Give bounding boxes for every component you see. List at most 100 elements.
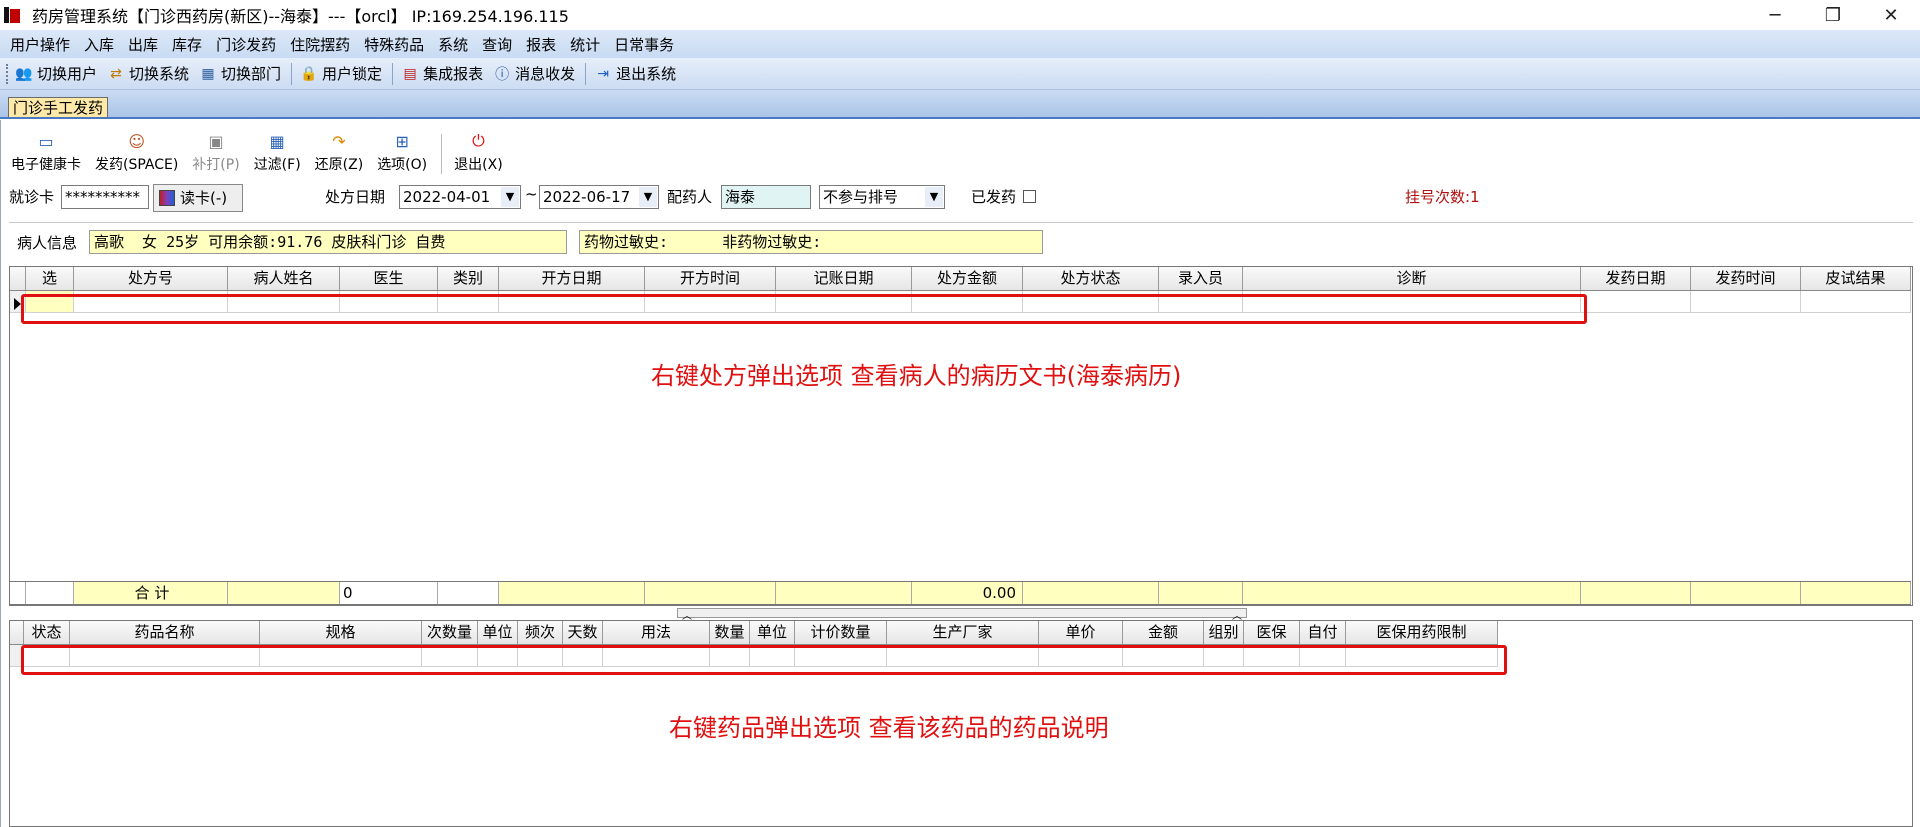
options-button[interactable]: ⊞ 选项(O) — [377, 130, 427, 174]
patient-panel: 病人信息 高歌 女 25岁 可用余额:91.76 皮肤科门诊 自费 药物过敏史:… — [9, 222, 1913, 262]
col-dose-qty[interactable]: 次数量 — [422, 621, 478, 644]
undo-button[interactable]: ↷ 还原(Z) — [315, 130, 364, 174]
col-dispense-time[interactable]: 发药时间 — [1691, 267, 1801, 290]
col-quantity[interactable]: 数量 — [710, 621, 750, 644]
menu-daily-affairs[interactable]: 日常事务 — [612, 34, 686, 55]
card-reader-icon — [159, 190, 175, 206]
col-diagnosis[interactable]: 诊断 — [1243, 267, 1581, 290]
chevron-down-icon[interactable]: ▼ — [639, 187, 657, 207]
prescription-annotation: 右键处方弹出选项 查看病人的病历文书(海泰病历) — [651, 362, 1182, 390]
col-unit-2[interactable]: 单位 — [750, 621, 795, 644]
pharmacist-label: 配药人 — [667, 188, 713, 206]
tab-manual-dispense[interactable]: 门诊手工发药 — [8, 97, 109, 118]
menu-query[interactable]: 查询 — [480, 34, 524, 55]
col-unit-price[interactable]: 单价 — [1039, 621, 1123, 644]
menu-system[interactable]: 系统 — [436, 34, 480, 55]
date-from-picker[interactable]: 2022-04-01 ▼ — [399, 185, 521, 209]
cell[interactable] — [1581, 291, 1691, 313]
drug-annotation: 右键药品弹出选项 查看该药品的药品说明 — [669, 714, 1109, 742]
col-prescription-no[interactable]: 处方号 — [74, 267, 228, 290]
row-header-corner — [10, 267, 26, 290]
menu-reports[interactable]: 报表 — [524, 34, 568, 55]
switch-system-button[interactable]: ⇄ 切换系统 — [107, 63, 189, 84]
col-doctor[interactable]: 医生 — [340, 267, 438, 290]
close-button[interactable]: ✕ — [1862, 0, 1920, 30]
dispense-icon: ☺ — [128, 131, 145, 151]
col-insurance-limit[interactable]: 医保用药限制 — [1346, 621, 1498, 644]
date-to-picker[interactable]: 2022-06-17 ▼ — [539, 185, 659, 209]
cell[interactable] — [1801, 291, 1911, 313]
col-status[interactable]: 状态 — [24, 621, 70, 644]
toolbar-grip[interactable] — [6, 63, 9, 84]
integrated-report-button[interactable]: ▤ 集成报表 — [401, 63, 483, 84]
menu-outpatient-dispense[interactable]: 门诊发药 — [214, 34, 288, 55]
undo-icon: ↷ — [332, 131, 346, 151]
menu-user-ops[interactable]: 用户操作 — [8, 34, 82, 55]
dispense-button[interactable]: ☺ 发药(SPACE) — [95, 130, 178, 174]
col-skin-test[interactable]: 皮试结果 — [1801, 267, 1911, 290]
col-group[interactable]: 组别 — [1204, 621, 1244, 644]
col-category[interactable]: 类别 — [438, 267, 499, 290]
col-self-pay[interactable]: 自付 — [1300, 621, 1346, 644]
col-prescription-status[interactable]: 处方状态 — [1023, 267, 1159, 290]
switch-user-button[interactable]: 👥 切换用户 — [15, 63, 97, 84]
col-issue-date[interactable]: 开方日期 — [499, 267, 645, 290]
patient-info-label: 病人信息 — [17, 234, 78, 252]
col-spec[interactable]: 规格 — [260, 621, 422, 644]
messages-button[interactable]: ⓘ 消息收发 — [493, 63, 575, 84]
exit-system-button[interactable]: ⇥ 退出系统 — [594, 63, 676, 84]
chevron-down-icon[interactable]: ▼ — [925, 187, 943, 207]
card-input[interactable]: ********** — [61, 185, 149, 209]
message-icon: ⓘ — [495, 66, 510, 83]
department-icon: ▦ — [201, 65, 215, 82]
col-insurance[interactable]: 医保 — [1244, 621, 1300, 644]
summary-corner — [10, 582, 26, 604]
health-card-icon: ▭ — [38, 131, 54, 151]
menu-special-drugs[interactable]: 特殊药品 — [362, 34, 436, 55]
allergy-field: 药物过敏史: 非药物过敏史: — [579, 230, 1043, 254]
menu-bar: 用户操作 入库 出库 库存 门诊发药 住院摆药 特殊药品 系统 查询 报表 统计… — [0, 30, 1920, 58]
user-lock-button[interactable]: 🔒 用户锁定 — [300, 63, 382, 84]
read-card-button[interactable]: 读卡(-) — [153, 184, 243, 212]
col-billing-date[interactable]: 记账日期 — [776, 267, 912, 290]
current-row-arrow-icon — [14, 298, 21, 310]
col-prescription-amount[interactable]: 处方金额 — [912, 267, 1023, 290]
menu-inbound[interactable]: 入库 — [82, 34, 126, 55]
health-card-button[interactable]: ▭ 电子健康卡 — [11, 130, 81, 174]
maximize-button[interactable]: ❐ — [1804, 0, 1862, 30]
col-billing-qty[interactable]: 计价数量 — [795, 621, 887, 644]
col-days[interactable]: 天数 — [563, 621, 603, 644]
panel-splitter[interactable]: ︿ ︿ — [677, 608, 1247, 622]
col-entry-clerk[interactable]: 录入员 — [1159, 267, 1243, 290]
menu-inpatient-dispense[interactable]: 住院摆药 — [288, 34, 362, 55]
minimize-button[interactable]: ─ — [1746, 0, 1804, 30]
col-issue-time[interactable]: 开方时间 — [645, 267, 776, 290]
col-amount[interactable]: 金额 — [1123, 621, 1204, 644]
summary-amount: 0.00 — [912, 582, 1023, 604]
pharmacist-input[interactable]: 海泰 — [721, 185, 811, 209]
switch-department-button[interactable]: ▦ 切换部门 — [199, 63, 281, 84]
col-patient-name[interactable]: 病人姓名 — [228, 267, 340, 290]
col-manufacturer[interactable]: 生产厂家 — [887, 621, 1039, 644]
menu-outbound[interactable]: 出库 — [126, 34, 170, 55]
col-drug-name[interactable]: 药品名称 — [70, 621, 260, 644]
filter-label: 过滤(F) — [253, 157, 301, 173]
col-usage[interactable]: 用法 — [603, 621, 710, 644]
col-select[interactable]: 选 — [26, 267, 74, 290]
cell[interactable] — [1691, 291, 1801, 313]
col-frequency[interactable]: 频次 — [518, 621, 563, 644]
filter-icon: ▦ — [269, 131, 285, 151]
chevron-down-icon[interactable]: ▼ — [501, 187, 519, 207]
filter-button[interactable]: ▦ 过滤(F) — [254, 130, 301, 174]
reprint-button[interactable]: ▣ 补打(P) — [192, 130, 239, 174]
col-unit[interactable]: 单位 — [478, 621, 518, 644]
options-icon: ⊞ — [395, 131, 409, 151]
menu-stock[interactable]: 库存 — [170, 34, 214, 55]
exit-button[interactable]: ⏻ 退出(X) — [454, 130, 503, 174]
col-dispense-date[interactable]: 发药日期 — [1581, 267, 1691, 290]
menu-statistics[interactable]: 统计 — [568, 34, 612, 55]
printer-icon: ▣ — [208, 131, 224, 151]
queue-select[interactable]: 不参与排号 ▼ — [819, 185, 945, 209]
health-card-label: 电子健康卡 — [11, 157, 81, 173]
dispensed-checkbox[interactable] — [1023, 190, 1036, 203]
